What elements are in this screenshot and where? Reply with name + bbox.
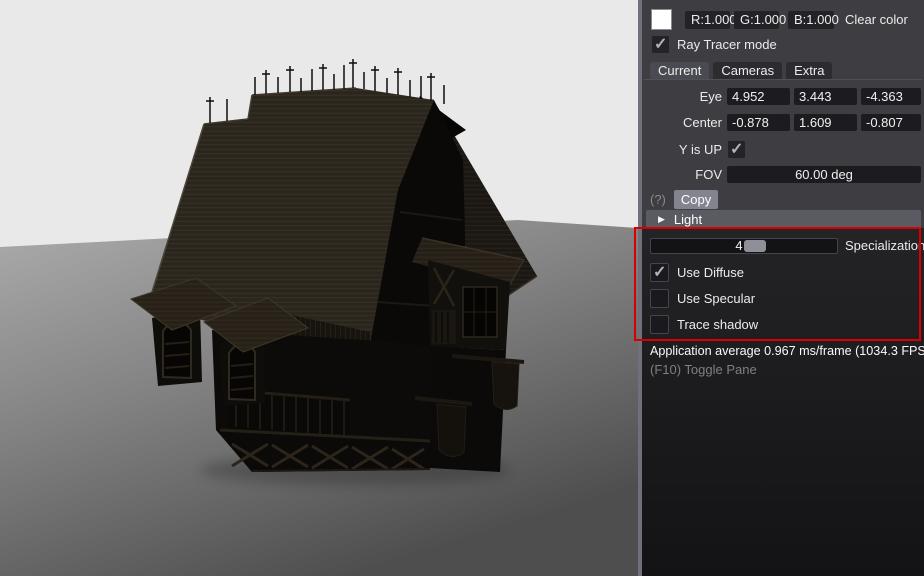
use-diffuse-checkbox[interactable]: ✓ — [650, 263, 669, 282]
tab-extra[interactable]: Extra — [786, 62, 832, 79]
clear-color-swatch[interactable] — [651, 9, 672, 30]
checkmark-icon: ✓ — [654, 34, 667, 54]
checkmark-icon: ✓ — [653, 262, 666, 282]
specialization-label: Specialization — [845, 238, 924, 254]
green-value-button[interactable]: G:1.000 — [734, 11, 779, 29]
y-up-label: Y is UP — [642, 141, 722, 158]
slider-grab-handle[interactable] — [744, 240, 766, 252]
trace-shadow-checkbox[interactable]: ✓ — [650, 315, 669, 334]
trace-shadow-label: Trace shadow — [677, 317, 758, 332]
chevron-right-icon: ▶ — [658, 214, 665, 225]
eye-x-field[interactable]: 4.952 — [727, 88, 790, 105]
help-mark: (?) — [650, 192, 666, 207]
light-section-label: Light — [674, 212, 702, 227]
frame-stats-text: Application average 0.967 ms/frame (1034… — [650, 344, 922, 358]
light-section-header[interactable]: ▶ Light — [646, 210, 921, 229]
eye-label: Eye — [642, 88, 722, 105]
center-z-field[interactable]: -0.807 — [861, 114, 921, 131]
tab-current[interactable]: Current — [650, 62, 709, 79]
blue-value-button[interactable]: B:1.000 — [788, 11, 834, 29]
viewport-3d[interactable] — [0, 0, 638, 576]
eye-y-field[interactable]: 3.443 — [794, 88, 857, 105]
checkmark-icon: ✓ — [730, 139, 743, 159]
ray-tracer-mode-label: Ray Tracer mode — [677, 37, 777, 52]
scene-render — [0, 0, 638, 576]
y-up-checkbox[interactable]: ✓ — [727, 140, 746, 159]
app-window: R:1.000 G:1.000 B:1.000 Clear color ✓ Ra… — [0, 0, 924, 576]
fov-slider[interactable]: 60.00 deg — [727, 166, 921, 183]
center-x-field[interactable]: -0.878 — [727, 114, 790, 131]
specialization-value: 4 — [651, 239, 827, 253]
use-diffuse-label: Use Diffuse — [677, 265, 744, 280]
clear-color-label: Clear color — [845, 12, 908, 27]
eye-z-field[interactable]: -4.363 — [861, 88, 921, 105]
toggle-pane-hint: (F10) Toggle Pane — [650, 362, 757, 377]
red-value-button[interactable]: R:1.000 — [685, 11, 730, 29]
center-label: Center — [642, 114, 722, 131]
settings-pane: R:1.000 G:1.000 B:1.000 Clear color ✓ Ra… — [642, 0, 924, 576]
fov-label: FOV — [642, 166, 722, 183]
specialization-slider[interactable]: 4 — [650, 238, 838, 254]
tab-cameras[interactable]: Cameras — [713, 62, 782, 79]
ray-tracer-mode-checkbox[interactable]: ✓ — [651, 35, 670, 54]
use-specular-label: Use Specular — [677, 291, 755, 306]
center-y-field[interactable]: 1.609 — [794, 114, 857, 131]
use-specular-checkbox[interactable]: ✓ — [650, 289, 669, 308]
copy-button[interactable]: Copy — [674, 190, 718, 209]
tabbar-separator — [644, 79, 922, 80]
